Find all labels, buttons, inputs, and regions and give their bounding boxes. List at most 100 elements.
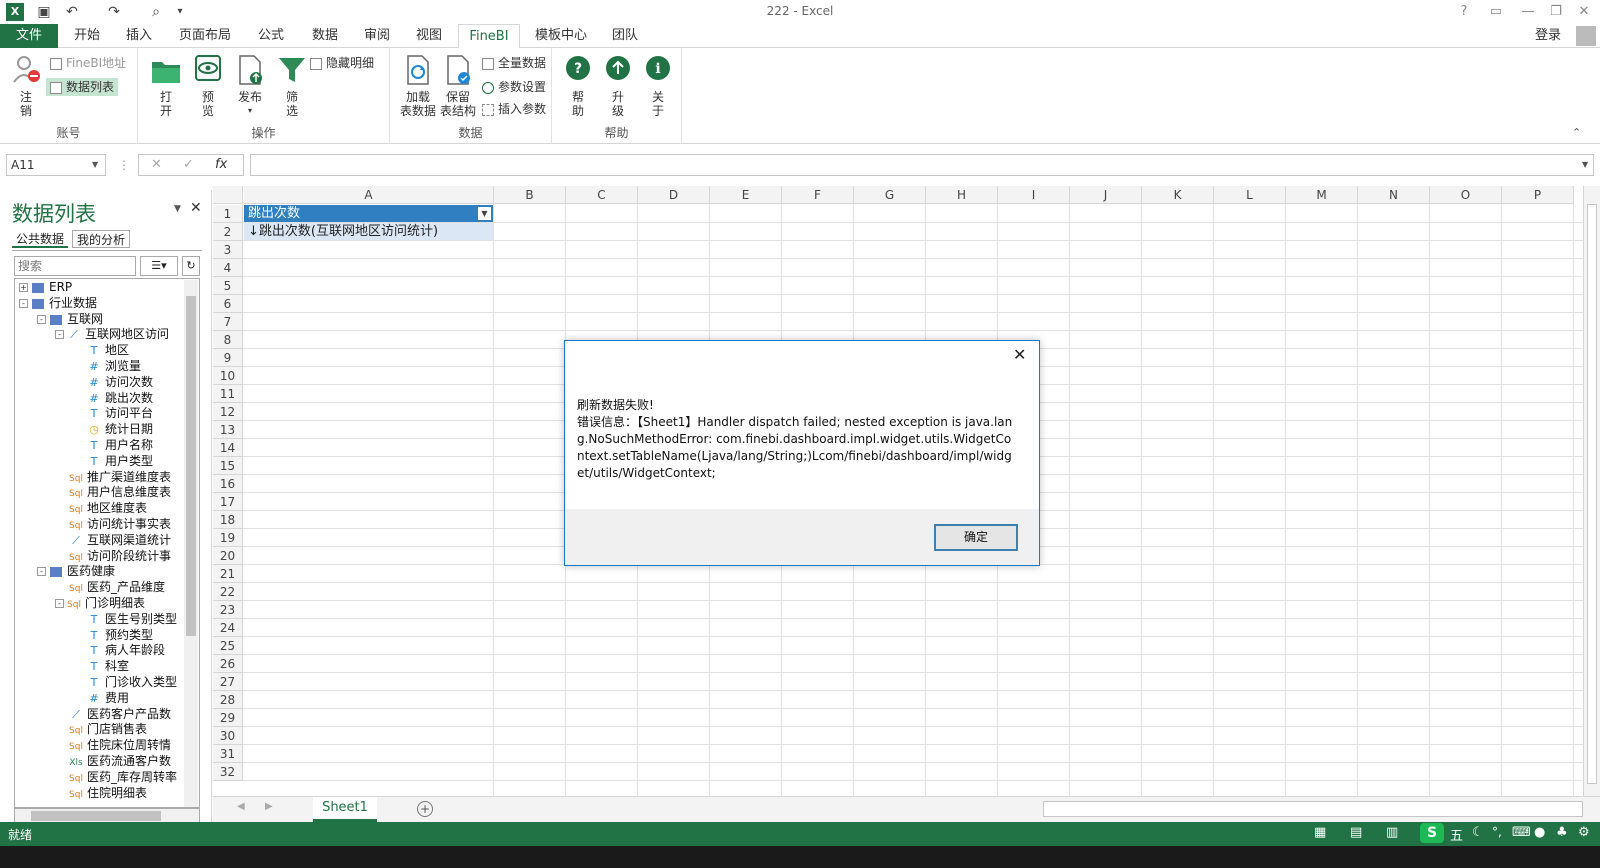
tree-item[interactable]: # 费用 <box>73 690 129 706</box>
tab-insert[interactable]: 插入 <box>116 24 162 48</box>
tree-item[interactable]: T 科室 <box>73 658 129 674</box>
tree-item[interactable]: Xls 医药流通客户数 <box>55 753 171 769</box>
tree-item[interactable]: Sql 住院床位周转情 <box>55 737 171 753</box>
keyboard-icon[interactable]: ⌨ <box>1512 825 1531 840</box>
add-sheet-icon[interactable]: + <box>417 801 433 817</box>
row-header[interactable]: 18 <box>213 511 243 529</box>
restore-icon[interactable]: ❐ <box>1544 2 1568 22</box>
publish-button[interactable]: 发布 ▾ <box>232 54 268 118</box>
row-header[interactable]: 26 <box>213 655 243 673</box>
row-header[interactable]: 25 <box>213 637 243 655</box>
column-header[interactable]: I <box>998 186 1070 204</box>
user-avatar-icon[interactable] <box>1576 26 1596 46</box>
tree-item[interactable]: Sql 访问阶段统计事 <box>55 548 171 564</box>
row-header[interactable]: 2 <box>213 223 243 241</box>
tree-item[interactable]: T 用户类型 <box>73 453 153 469</box>
tab-review[interactable]: 审阅 <box>354 24 400 48</box>
filter-dropdown-icon[interactable]: ▼ <box>478 207 491 220</box>
search-input[interactable]: 搜索 <box>14 256 136 276</box>
sheet-horizontal-scrollbar[interactable] <box>1043 801 1583 817</box>
sheet-vertical-scrollbar[interactable] <box>1583 186 1600 796</box>
row-header[interactable]: 29 <box>213 709 243 727</box>
cell-a2[interactable]: ↓跳出次数(互联网地区访问统计) <box>244 223 493 240</box>
ribbon-display-icon[interactable]: ▭ <box>1484 2 1508 22</box>
page-break-view-icon[interactable]: ▥ <box>1386 825 1398 840</box>
logout-button[interactable]: 注 销 <box>8 54 44 118</box>
preview-button[interactable]: 预 览 <box>190 54 226 118</box>
sheet-tab-sheet1[interactable]: Sheet1 <box>313 797 377 822</box>
tree-vertical-scrollbar[interactable] <box>184 280 198 807</box>
column-header[interactable]: J <box>1070 186 1142 204</box>
insert-function-icon[interactable]: fx <box>215 155 227 175</box>
column-header[interactable]: H <box>926 186 998 204</box>
column-header[interactable]: N <box>1358 186 1430 204</box>
column-header[interactable]: A <box>244 186 494 204</box>
row-header[interactable]: 13 <box>213 421 243 439</box>
row-header[interactable]: 6 <box>213 295 243 313</box>
row-header[interactable]: 8 <box>213 331 243 349</box>
collapse-icon[interactable]: - <box>37 314 46 324</box>
tree-item[interactable]: T 预约类型 <box>73 627 153 643</box>
tree-item[interactable]: + ERP <box>19 279 72 295</box>
row-header[interactable]: 20 <box>213 547 243 565</box>
row-header[interactable]: 16 <box>213 475 243 493</box>
tree-item[interactable]: - 医药健康 <box>37 563 115 579</box>
tree-item[interactable]: T 访问平台 <box>73 405 153 421</box>
tree-item[interactable]: Sql 住院明细表 <box>55 785 147 801</box>
customize-qat-icon[interactable]: ▾ <box>170 2 190 22</box>
column-header[interactable]: G <box>854 186 926 204</box>
prev-sheet-icon[interactable]: ◀ <box>237 801 245 812</box>
tree-item[interactable]: Sql 门店销售表 <box>55 721 147 737</box>
tree-item[interactable]: # 跳出次数 <box>73 390 153 406</box>
panel-menu-icon[interactable]: ▼ <box>174 204 181 214</box>
full-data-checkbox[interactable]: 全量数据 <box>482 54 546 72</box>
tab-data[interactable]: 数据 <box>302 24 348 48</box>
row-header[interactable]: 7 <box>213 313 243 331</box>
row-header[interactable]: 24 <box>213 619 243 637</box>
tree-item[interactable]: Sql 用户信息维度表 <box>55 484 171 500</box>
row-header[interactable]: 17 <box>213 493 243 511</box>
skin-icon[interactable]: ♣ <box>1556 825 1568 840</box>
row-header[interactable]: 32 <box>213 763 243 781</box>
row-header[interactable]: 28 <box>213 691 243 709</box>
expand-formula-icon[interactable]: ▼ <box>1582 160 1588 169</box>
column-header[interactable]: F <box>782 186 854 204</box>
collapse-icon[interactable]: - <box>55 599 64 608</box>
select-all-corner[interactable] <box>213 186 243 204</box>
tree-item[interactable]: # 访问次数 <box>73 374 153 390</box>
row-header[interactable]: 15 <box>213 457 243 475</box>
moon-icon[interactable]: ☾ <box>1472 825 1484 840</box>
tree-item[interactable]: ⟋ 医药客户产品数 <box>55 706 171 722</box>
tree-item[interactable]: Sql 医药_产品维度 <box>55 579 165 595</box>
panel-close-icon[interactable]: ✕ <box>190 200 202 216</box>
login-link[interactable]: 登录 <box>1530 24 1566 48</box>
row-header[interactable]: 21 <box>213 565 243 583</box>
row-header[interactable]: 12 <box>213 403 243 421</box>
row-header[interactable]: 30 <box>213 727 243 745</box>
tree-item[interactable]: T 门诊收入类型 <box>73 674 177 690</box>
column-header[interactable]: L <box>1214 186 1286 204</box>
about-button[interactable]: i 关 于 <box>640 54 676 118</box>
row-header[interactable]: 3 <box>213 241 243 259</box>
tab-file[interactable]: 文件 <box>0 24 58 48</box>
column-header[interactable]: B <box>494 186 566 204</box>
row-header[interactable]: 10 <box>213 367 243 385</box>
collapse-ribbon-icon[interactable]: ⌃ <box>1572 126 1581 139</box>
tree-item[interactable]: T 地区 <box>73 342 129 358</box>
tab-view[interactable]: 视图 <box>406 24 452 48</box>
tab-finebi[interactable]: FineBI <box>458 24 520 49</box>
tab-public-data[interactable]: 公共数据 <box>12 230 69 248</box>
row-header[interactable]: 27 <box>213 673 243 691</box>
tools-icon[interactable]: ⚙ <box>1578 825 1590 840</box>
collapse-icon[interactable]: - <box>55 330 64 340</box>
row-header[interactable]: 5 <box>213 277 243 295</box>
minimize-icon[interactable]: — <box>1516 2 1540 22</box>
filter-button[interactable]: 筛 选 <box>274 54 310 118</box>
confirm-icon[interactable]: ✓ <box>183 155 194 175</box>
row-header[interactable]: 11 <box>213 385 243 403</box>
tree-item[interactable]: # 浏览量 <box>73 358 141 374</box>
ime-mode[interactable]: 五 <box>1450 825 1463 844</box>
row-header[interactable]: 14 <box>213 439 243 457</box>
tab-page-layout[interactable]: 页面布局 <box>172 24 238 48</box>
column-header[interactable]: M <box>1286 186 1358 204</box>
